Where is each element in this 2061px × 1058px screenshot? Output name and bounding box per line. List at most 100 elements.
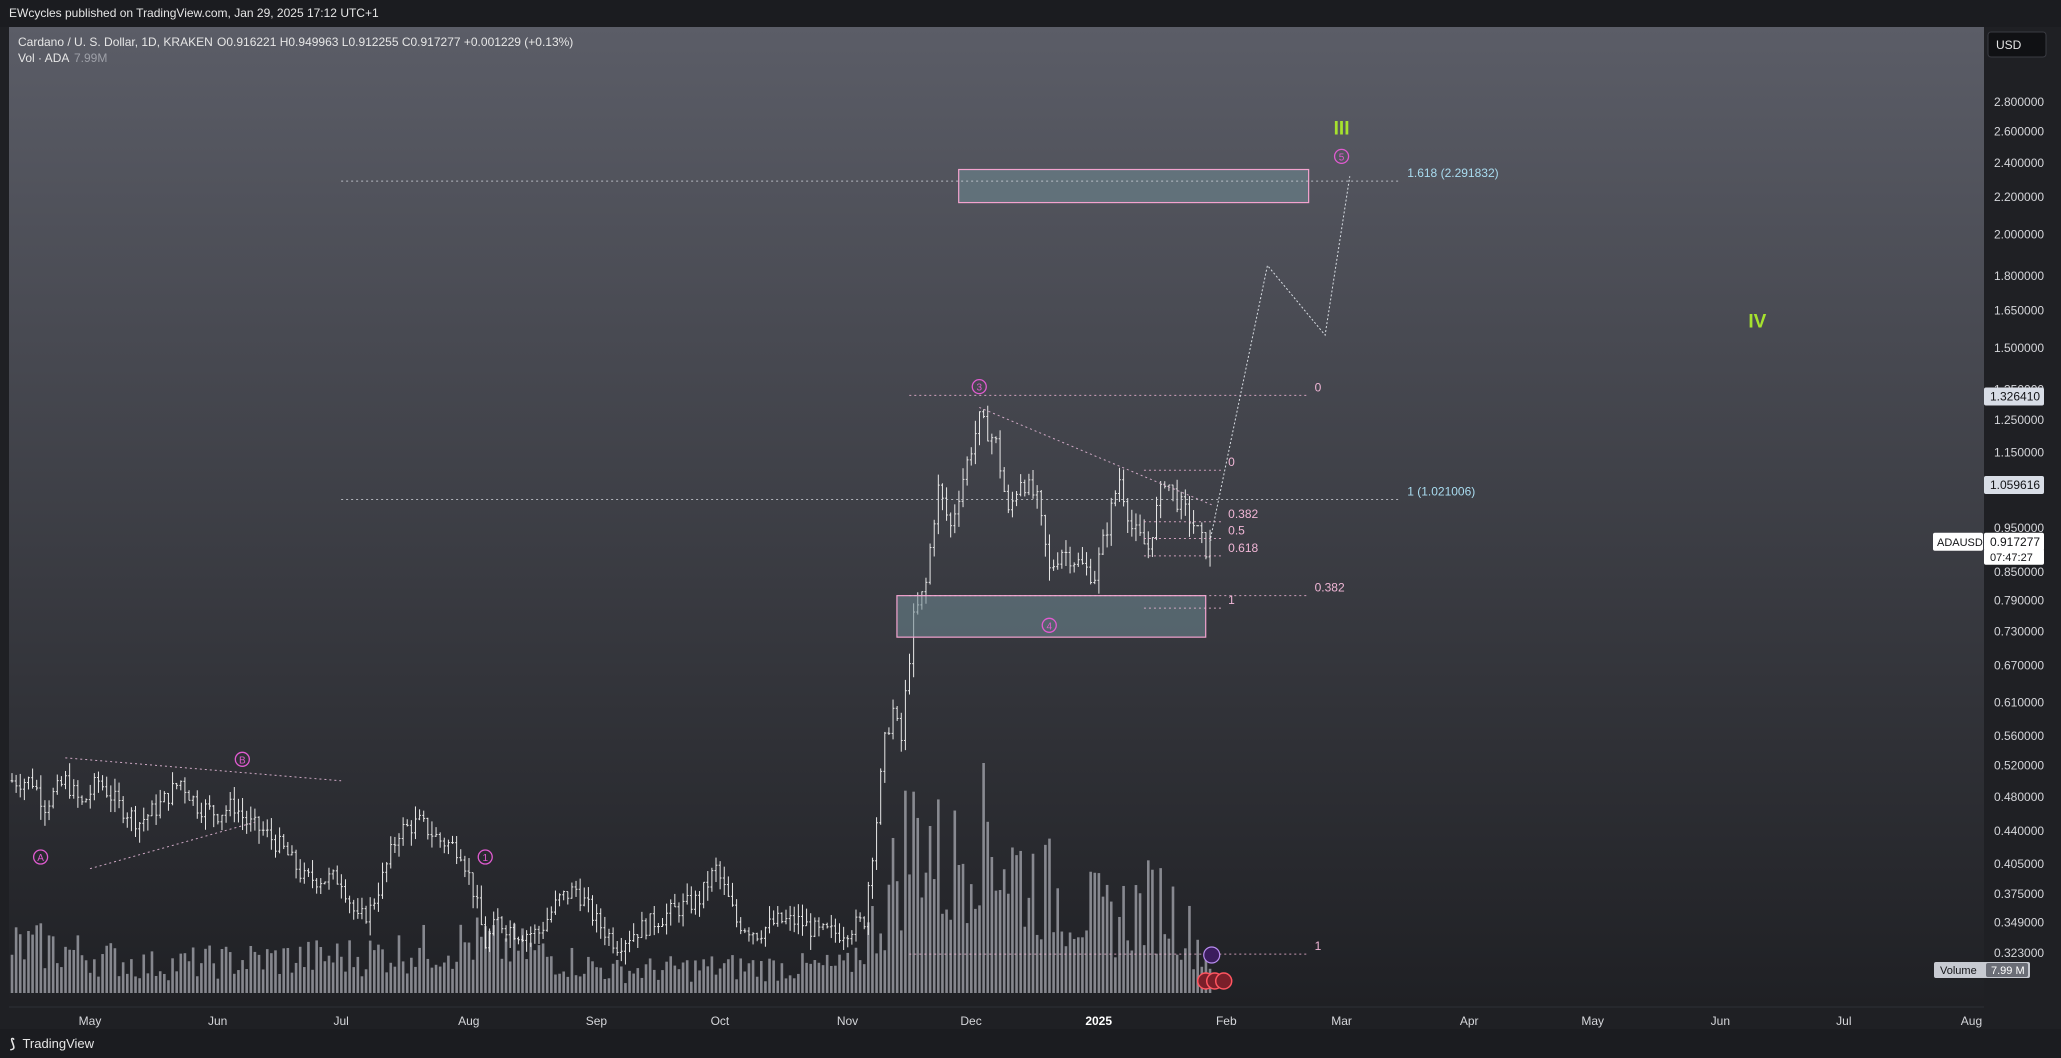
volume-bar — [1060, 931, 1064, 993]
volume-bar — [772, 960, 775, 993]
volume-bar — [397, 935, 401, 993]
volume-bar — [990, 857, 994, 993]
volume-bar — [10, 954, 14, 993]
fib-0-small-label: 0 — [1228, 455, 1235, 469]
volume-bar — [879, 933, 882, 993]
volume-bar — [233, 973, 236, 993]
volume-bar — [1035, 934, 1039, 993]
volume-bar — [644, 964, 648, 993]
volume-bar — [463, 942, 467, 993]
volume-bar — [834, 965, 837, 993]
volume-bar — [167, 980, 170, 993]
price-tick: 0.730000 — [1994, 625, 2044, 639]
chart-frame[interactable]: 1.618 (2.291832) 1 (1.021006) 0 0.382 1 0 0.38… — [0, 27, 2061, 1029]
time-tick: Dec — [960, 1014, 981, 1028]
fib-0618-small-label: 0.618 — [1228, 541, 1258, 555]
volume-bar — [1011, 847, 1014, 993]
volume-bar — [72, 949, 76, 993]
wave-4-label: 4 — [1046, 621, 1052, 632]
level-price-label: 1.059616 — [1990, 478, 2040, 492]
volume-bar — [1097, 873, 1101, 993]
volume-bar — [319, 947, 323, 993]
fib-1618-label: 1.618 (2.291832) — [1407, 166, 1498, 180]
volume-bar — [525, 959, 528, 993]
time-tick: Apr — [1460, 1014, 1479, 1028]
time-tick: Jun — [1711, 1014, 1730, 1028]
price-tick: 1.250000 — [1994, 413, 2044, 427]
volume-bar — [265, 949, 269, 993]
volume-bar — [480, 936, 483, 993]
time-tick: May — [79, 1014, 102, 1028]
current-price-label: 0.917277 — [1990, 535, 2040, 549]
volume-bar — [764, 981, 767, 993]
time-tick: Feb — [1216, 1014, 1237, 1028]
price-chart[interactable]: 1.618 (2.291832) 1 (1.021006) 0 0.382 1 0 0.38… — [0, 27, 2061, 1029]
volume-bar — [1077, 937, 1080, 993]
footer-bar: ⟆ TradingView — [0, 1029, 2061, 1058]
price-tick: 2.000000 — [1994, 228, 2044, 242]
volume-bar — [743, 971, 747, 993]
volume-bar — [504, 938, 508, 993]
volume-bar — [537, 945, 541, 993]
volume-bar — [858, 960, 862, 993]
volume-bar — [735, 979, 738, 993]
volume-bar — [389, 962, 393, 993]
volume-bar — [529, 942, 533, 993]
volume-bar — [1027, 897, 1031, 993]
volume-bar — [924, 872, 928, 993]
volume-bar — [1056, 888, 1060, 993]
volume-bar — [1159, 868, 1162, 993]
volume-bar — [261, 969, 265, 993]
price-tick: 2.200000 — [1994, 190, 2044, 204]
volume-bar — [1085, 930, 1088, 993]
volume-bar — [426, 958, 430, 993]
volume-bar — [768, 958, 771, 993]
fib-1-small-label: 1 — [1228, 593, 1235, 607]
price-tick: 0.349000 — [1994, 915, 2044, 929]
volume-bar — [467, 942, 471, 993]
volume-bar — [47, 935, 51, 993]
volume-bar — [274, 950, 277, 993]
volume-bar — [352, 967, 356, 993]
price-tick: 0.560000 — [1994, 729, 2044, 743]
volume-bar — [130, 959, 133, 993]
legend-symbol: Cardano / U. S. Dollar, 1D, KRAKEN — [18, 35, 213, 49]
volume-bar — [1081, 937, 1084, 993]
volume-bar — [722, 963, 726, 993]
volume-bar — [912, 791, 915, 993]
volume-bar — [1134, 885, 1138, 993]
time-tick: Oct — [711, 1014, 730, 1028]
volume-bar — [648, 958, 652, 993]
time-tick: 2025 — [1085, 1014, 1112, 1028]
volume-bar — [846, 952, 850, 993]
volume-bar — [55, 963, 59, 993]
currency-button-label[interactable]: USD — [1996, 38, 2022, 52]
volume-bar — [434, 964, 438, 993]
volume-bar — [1179, 959, 1183, 993]
volume-bar — [702, 959, 705, 993]
footer-brand[interactable]: TradingView — [22, 1036, 94, 1051]
volume-bar — [200, 963, 203, 993]
volume-bar — [138, 978, 141, 993]
volume-bar — [228, 952, 232, 993]
volume-bar — [1122, 885, 1125, 993]
volume-bar — [204, 948, 207, 993]
volume-bar — [603, 978, 607, 993]
volume-bar — [652, 969, 656, 993]
volume-bar — [1039, 939, 1043, 993]
volume-bar — [418, 947, 421, 993]
fib-1-big-label: 1 — [1315, 939, 1322, 953]
fib-0-big-label: 0 — [1315, 380, 1322, 394]
volume-bar — [961, 863, 965, 993]
volume-bar — [60, 967, 63, 993]
volume-bar — [891, 837, 895, 993]
volume-bar — [838, 954, 841, 993]
price-tick: 1.150000 — [1994, 446, 2044, 460]
volume-bar — [270, 953, 273, 993]
volume-bar — [163, 973, 166, 993]
volume-bar — [969, 884, 973, 993]
volume-bar — [1072, 938, 1076, 993]
volume-bar — [813, 960, 817, 993]
volume-bar — [974, 908, 977, 993]
volume-bar — [825, 954, 829, 993]
